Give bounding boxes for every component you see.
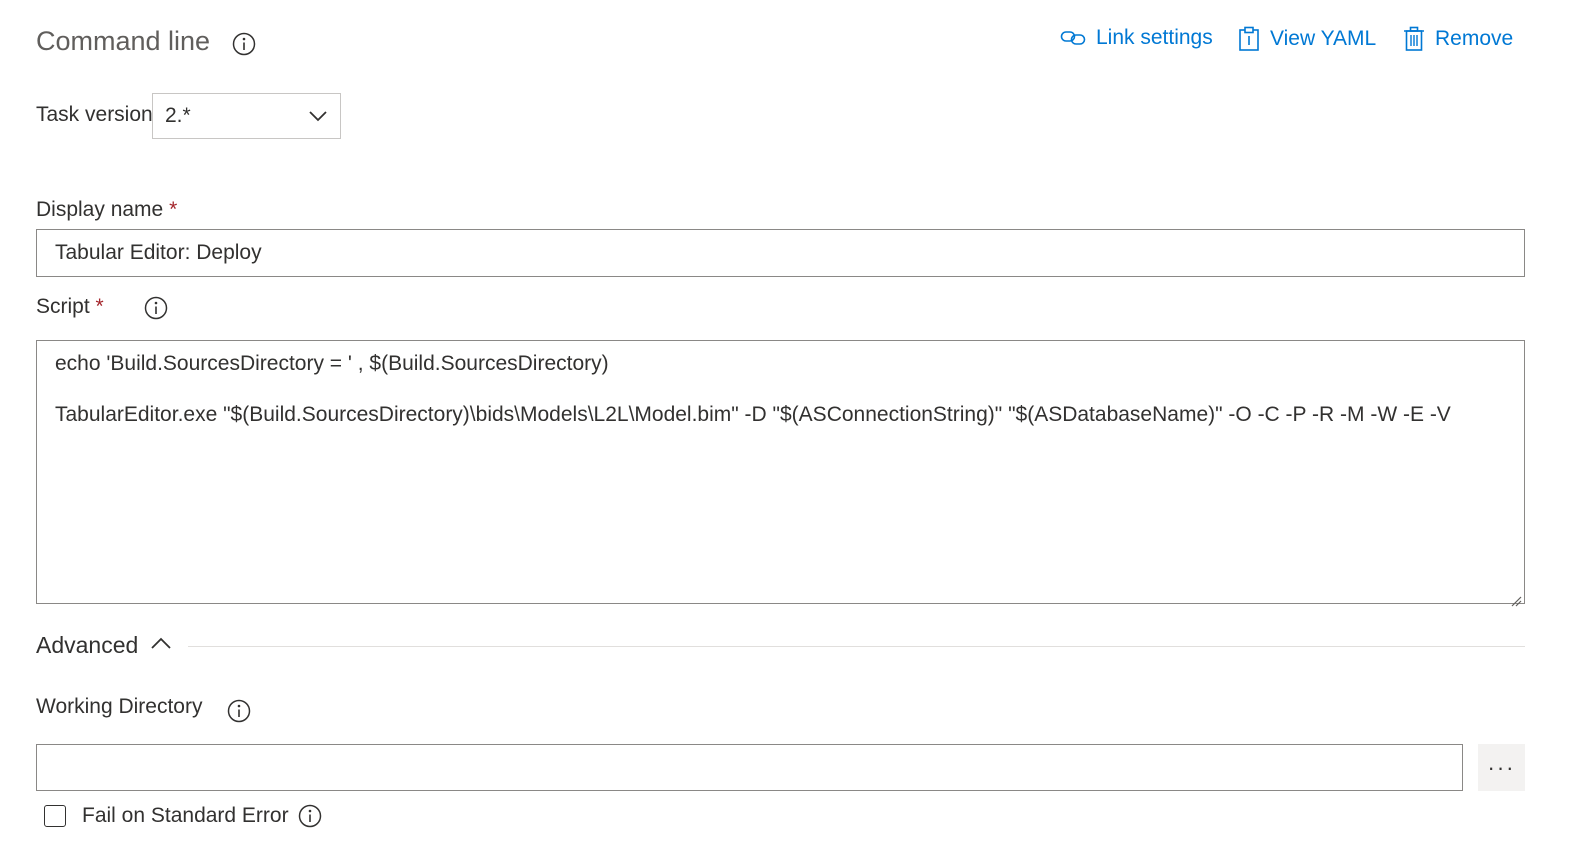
more-icon: ··· (1487, 754, 1516, 780)
chevron-up-icon (150, 636, 172, 655)
link-icon (1060, 28, 1086, 48)
required-marker: * (169, 198, 178, 221)
info-icon[interactable] (227, 699, 251, 723)
script-textarea[interactable]: echo 'Build.SourcesDirectory = ' , $(Bui… (36, 340, 1525, 607)
working-directory-field[interactable] (36, 744, 1463, 791)
task-version-label: Task version (36, 103, 153, 126)
browse-button[interactable]: ··· (1478, 744, 1525, 791)
link-settings-label: Link settings (1096, 26, 1213, 49)
script-line: echo 'Build.SourcesDirectory = ' , $(Bui… (55, 352, 609, 375)
display-name-label-text: Display name (36, 198, 164, 221)
script-label: Script * (36, 295, 104, 319)
page-title-text: Command line (36, 26, 211, 56)
task-version-select[interactable]: 2.* (152, 93, 341, 139)
required-marker: * (95, 295, 104, 318)
display-name-value: Tabular Editor: Deploy (55, 241, 262, 264)
view-yaml-button[interactable]: View YAML (1238, 26, 1376, 52)
display-name-label: Display name * (36, 198, 177, 222)
remove-button[interactable]: Remove (1403, 26, 1513, 52)
view-yaml-label: View YAML (1270, 27, 1377, 50)
display-name-field[interactable]: Tabular Editor: Deploy (36, 229, 1525, 277)
script-label-text: Script (36, 295, 90, 318)
fail-on-stderr-label: Fail on Standard Error (82, 804, 289, 827)
trash-icon (1403, 26, 1425, 52)
working-directory-label: Working Directory (36, 695, 203, 718)
script-line: TabularEditor.exe "$(Build.SourcesDirect… (55, 403, 1451, 426)
section-divider (188, 646, 1525, 647)
task-version-value: 2.* (165, 104, 191, 127)
chevron-down-icon (308, 104, 328, 128)
clipboard-icon (1238, 26, 1260, 52)
info-icon[interactable] (144, 296, 168, 320)
advanced-section-toggle[interactable]: Advanced (36, 632, 172, 659)
resize-handle-icon[interactable] (1510, 589, 1522, 607)
remove-label: Remove (1435, 27, 1514, 50)
info-icon[interactable] (298, 804, 322, 828)
info-icon[interactable] (232, 32, 255, 56)
link-settings-button[interactable]: Link settings (1060, 26, 1213, 50)
advanced-label: Advanced (36, 632, 139, 658)
fail-on-stderr-checkbox[interactable] (44, 805, 66, 827)
page-title: Command line (36, 26, 255, 57)
